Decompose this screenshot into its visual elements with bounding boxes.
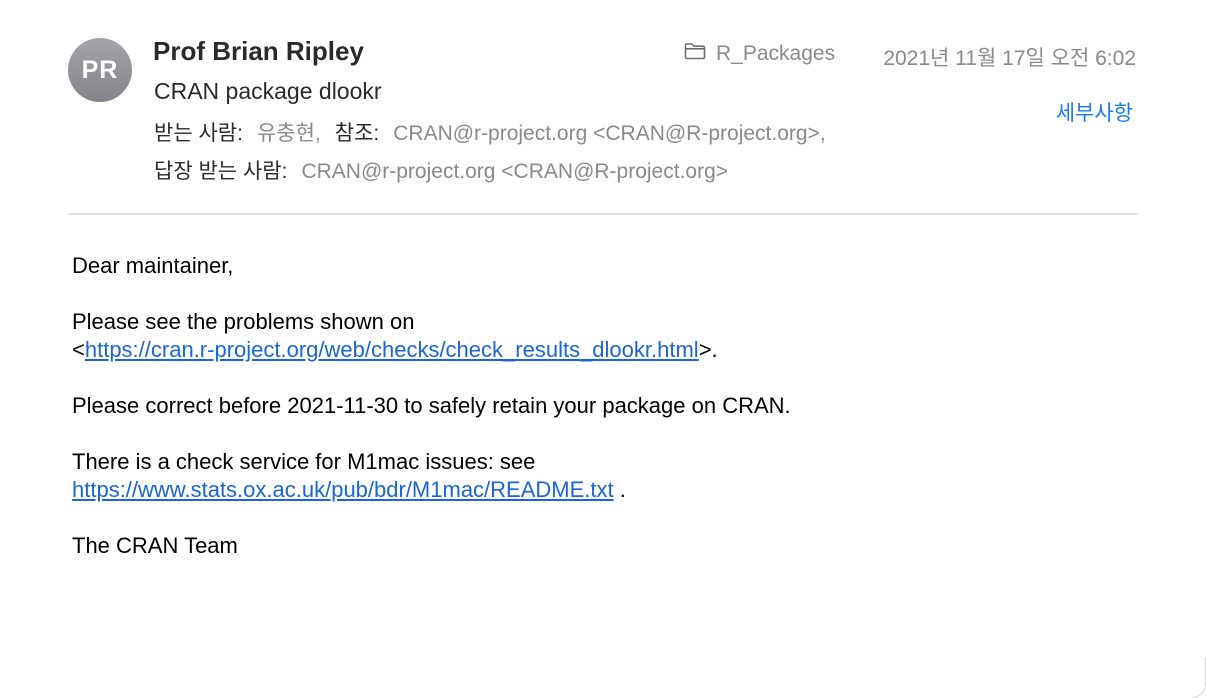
sender-name[interactable]: Prof Brian Ripley: [153, 36, 364, 67]
avatar-initials: PR: [81, 55, 119, 84]
check-results-link[interactable]: https://cran.r-project.org/web/checks/ch…: [85, 337, 699, 362]
reply-to-label: 답장 받는 사람:: [154, 160, 288, 183]
message-date: 2021년 11월 17일 오전 6:02: [883, 47, 1136, 70]
link-bracket-close: >.: [698, 337, 718, 362]
cc-recipient[interactable]: CRAN@r-project.org <CRAN@R-project.org>,: [393, 122, 825, 145]
to-label: 받는 사람:: [154, 122, 243, 145]
m1mac-text: There is a check service for M1mac issue…: [72, 449, 536, 474]
message-body: Dear maintainer, Please see the problems…: [72, 252, 1132, 588]
recipients-line: 받는 사람: 유충현, 참조: CRAN@r-project.org <CRAN@R-…: [154, 117, 826, 147]
greeting: Dear maintainer,: [72, 253, 234, 278]
avatar[interactable]: PR: [68, 38, 132, 102]
signoff: The CRAN Team: [72, 533, 238, 558]
paragraph-problems: Please see the problems shown on <https:…: [72, 308, 1132, 364]
window-corner: [1192, 658, 1206, 698]
header-divider: [68, 213, 1138, 215]
link-bracket-open: <: [72, 337, 85, 362]
folder-icon: [684, 42, 706, 66]
m1mac-after-text: .: [613, 477, 626, 502]
cc-label: 참조:: [334, 122, 380, 145]
mailbox-indicator[interactable]: R_Packages: [684, 42, 835, 66]
message-subject: CRAN package dlookr: [154, 78, 382, 104]
problems-text: Please see the problems shown on: [72, 309, 415, 334]
reply-to-line: 답장 받는 사람: CRAN@r-project.org <CRAN@R-proj…: [154, 155, 728, 185]
reply-to-recipient[interactable]: CRAN@r-project.org <CRAN@R-project.org>: [301, 160, 728, 183]
mail-message-view: PR Prof Brian Ripley CRAN package dlookr…: [0, 0, 1206, 698]
mailbox-name: R_Packages: [716, 42, 836, 65]
to-recipient[interactable]: 유충현,: [257, 122, 321, 145]
details-link[interactable]: 세부사항: [1056, 97, 1133, 127]
paragraph-deadline: Please correct before 2021-11-30 to safe…: [72, 393, 791, 418]
m1mac-readme-link[interactable]: https://www.stats.ox.ac.uk/pub/bdr/M1mac…: [72, 477, 614, 502]
paragraph-m1mac: There is a check service for M1mac issue…: [72, 448, 1132, 504]
